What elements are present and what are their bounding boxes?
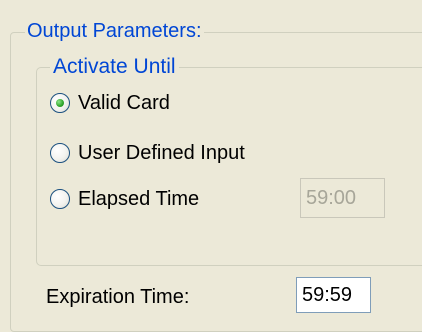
radio-elapsed-time-label: Elapsed Time (78, 188, 200, 210)
expiration-time-label: Expiration Time: (46, 286, 190, 308)
radio-button-icon[interactable] (50, 189, 70, 209)
activate-until-title: Activate Until (50, 54, 179, 80)
radio-button-icon[interactable] (50, 143, 70, 163)
output-parameters-title: Output Parameters: (25, 19, 204, 43)
expiration-time-input[interactable] (296, 277, 371, 313)
radio-user-defined-input[interactable]: User Defined Input (50, 137, 245, 169)
radio-user-defined-input-label: User Defined Input (78, 142, 245, 164)
radio-valid-card-label: Valid Card (78, 92, 170, 114)
elapsed-time-input (300, 178, 385, 218)
radio-elapsed-time[interactable]: Elapsed Time (50, 183, 199, 215)
radio-valid-card[interactable]: Valid Card (50, 87, 170, 119)
radio-button-selected-icon[interactable] (50, 93, 70, 113)
